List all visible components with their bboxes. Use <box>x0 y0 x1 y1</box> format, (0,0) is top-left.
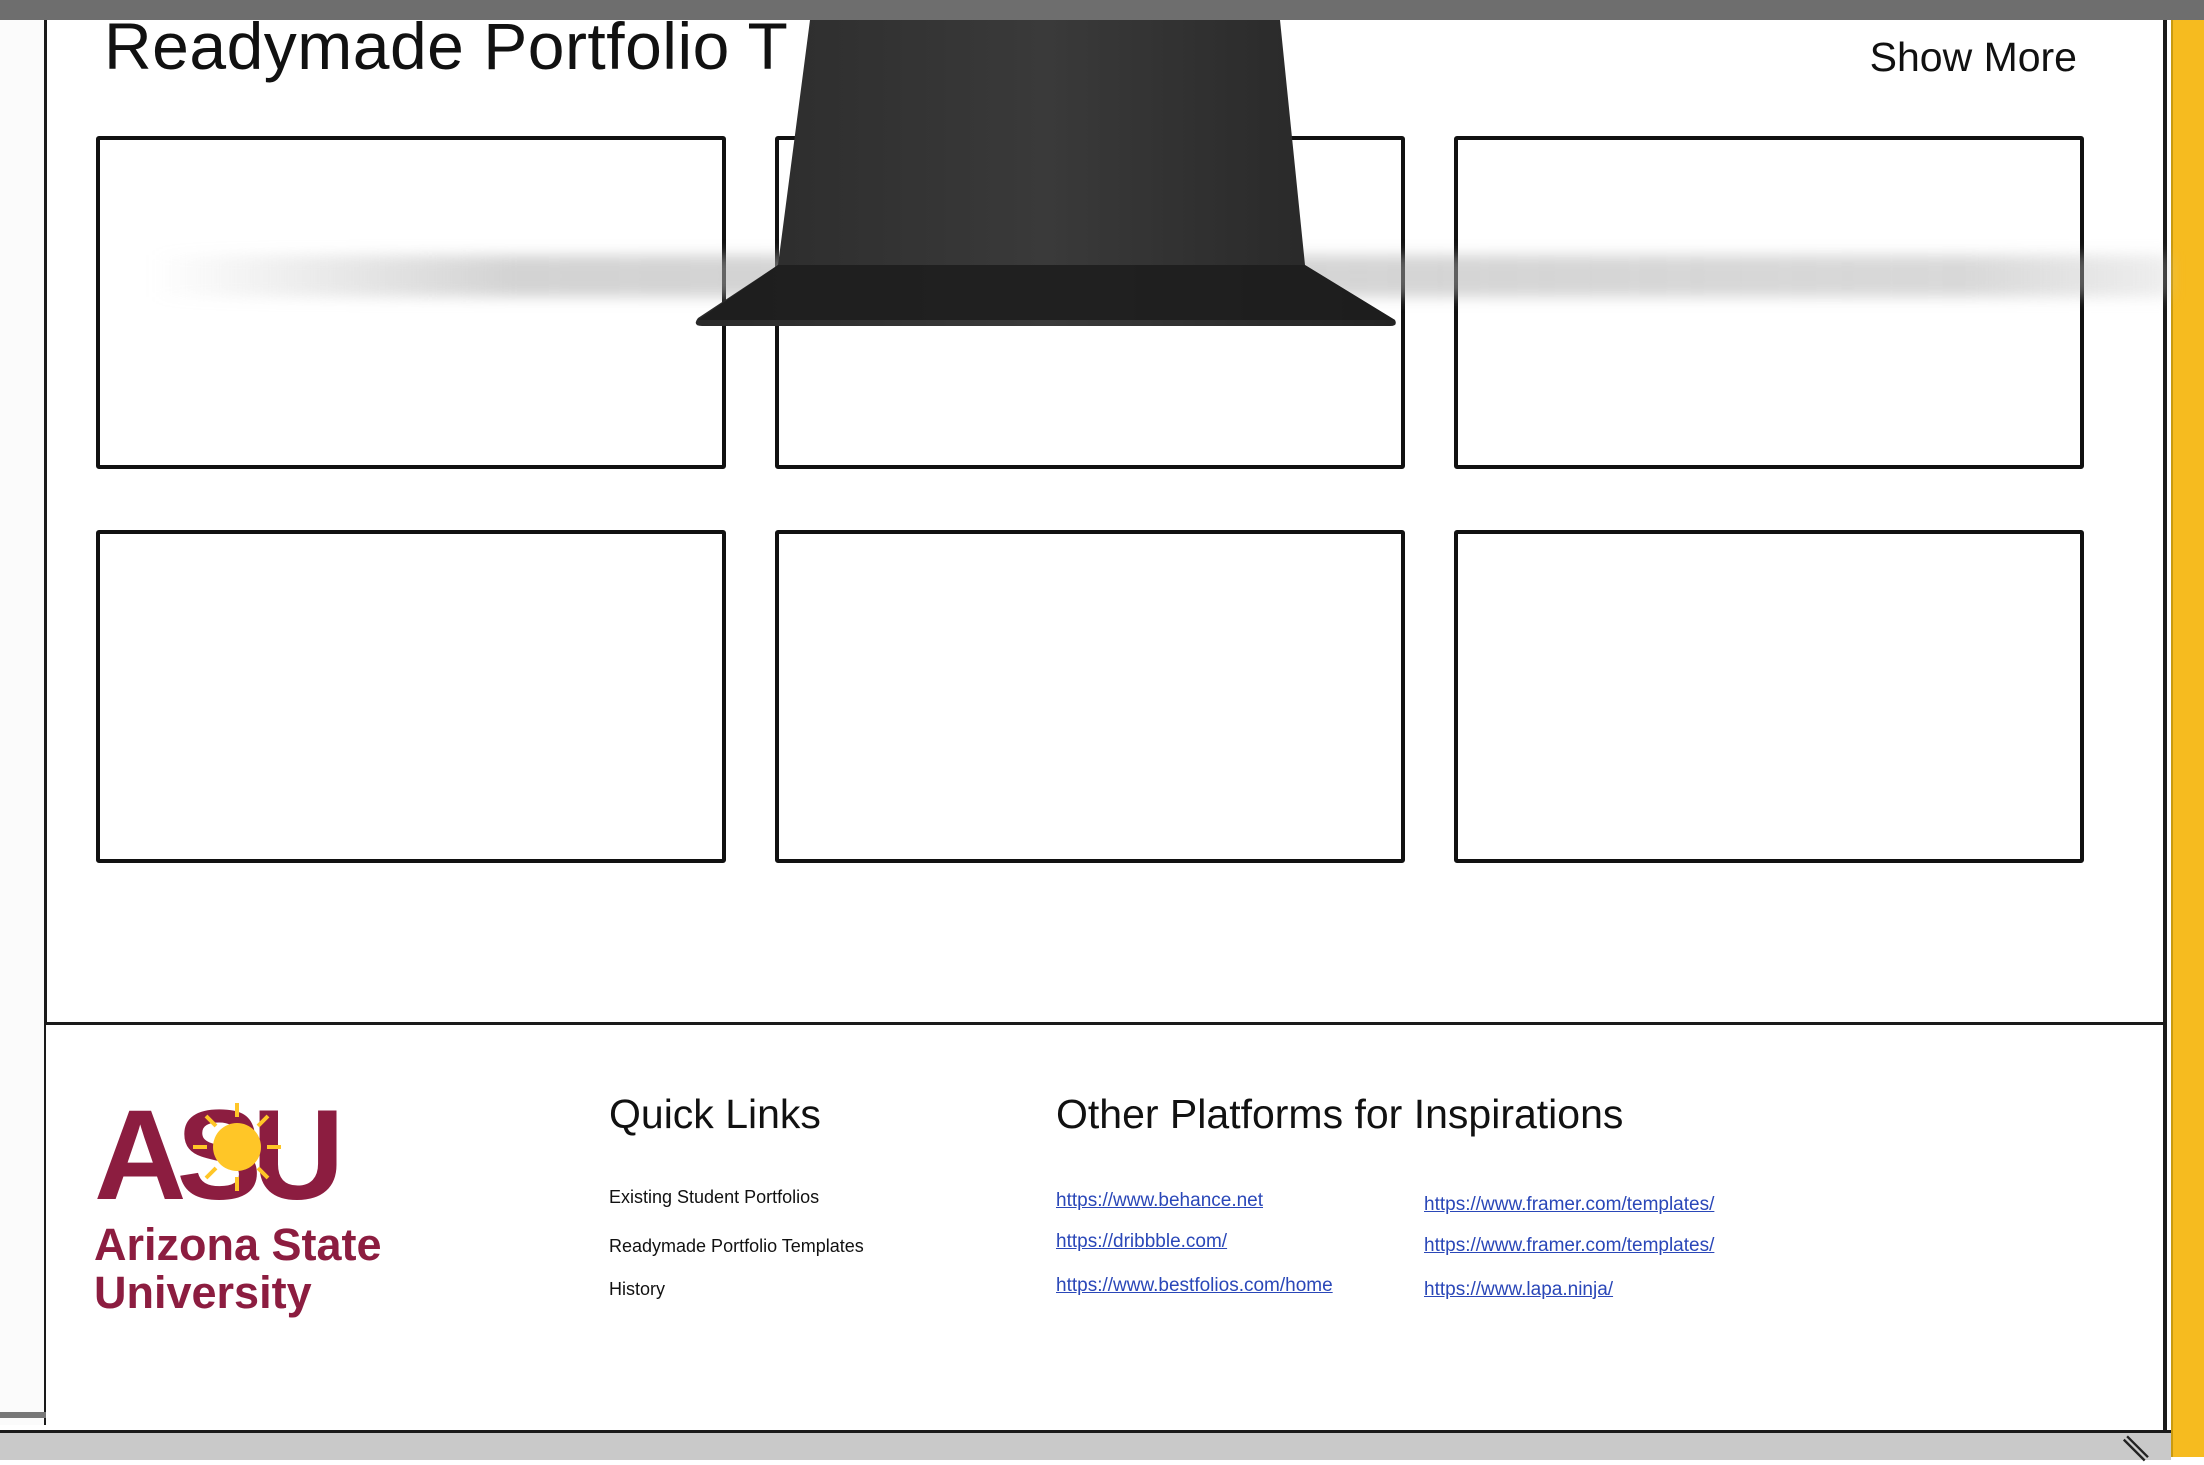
platform-link-bestfolios[interactable]: https://www.bestfolios.com/home <box>1056 1275 1333 1297</box>
quick-link-existing-portfolios[interactable]: Existing Student Portfolios <box>609 1187 819 1208</box>
platform-link-framer-1[interactable]: https://www.framer.com/templates/ <box>1424 1194 1714 1216</box>
asu-name: Arizona State University <box>94 1221 434 1317</box>
asu-name-line-2: University <box>94 1267 312 1318</box>
template-card-3[interactable] <box>1454 136 2084 469</box>
asu-name-line-1: Arizona State <box>94 1219 382 1270</box>
left-edge-marker <box>0 1412 46 1418</box>
quick-links-heading: Quick Links <box>609 1091 821 1137</box>
platform-link-dribbble[interactable]: https://dribbble.com/ <box>1056 1231 1227 1253</box>
template-card-5[interactable] <box>775 530 1405 863</box>
platform-link-framer-2[interactable]: https://www.framer.com/templates/ <box>1424 1235 1714 1257</box>
template-card-6[interactable] <box>1454 530 2084 863</box>
quick-link-readymade-templates[interactable]: Readymade Portfolio Templates <box>609 1236 864 1257</box>
left-page-edge <box>0 20 47 1425</box>
section-title: Readymade Portfolio T <box>104 9 789 83</box>
template-card-1[interactable] <box>96 136 726 469</box>
platforms-heading: Other Platforms for Inspirations <box>1056 1091 1624 1137</box>
bottom-window-edge <box>0 1430 2171 1460</box>
template-card-4[interactable] <box>96 530 726 863</box>
right-yellow-rail <box>2171 20 2204 1457</box>
site-footer: ASU Arizona State University Quick Lin <box>46 1022 2163 1428</box>
portfolio-template-grid <box>96 136 2084 863</box>
template-card-2[interactable] <box>775 136 1405 469</box>
quick-link-history[interactable]: History <box>609 1279 665 1300</box>
asu-sunburst-logo: ASU <box>94 1095 347 1207</box>
platform-link-lapa[interactable]: https://www.lapa.ninja/ <box>1424 1279 1613 1301</box>
platform-link-behance[interactable]: https://www.behance.net <box>1056 1190 1263 1212</box>
asu-logo[interactable]: ASU Arizona State University <box>94 1095 434 1317</box>
show-more-button[interactable]: Show More <box>1870 34 2077 81</box>
right-frame-border <box>2163 20 2167 1430</box>
